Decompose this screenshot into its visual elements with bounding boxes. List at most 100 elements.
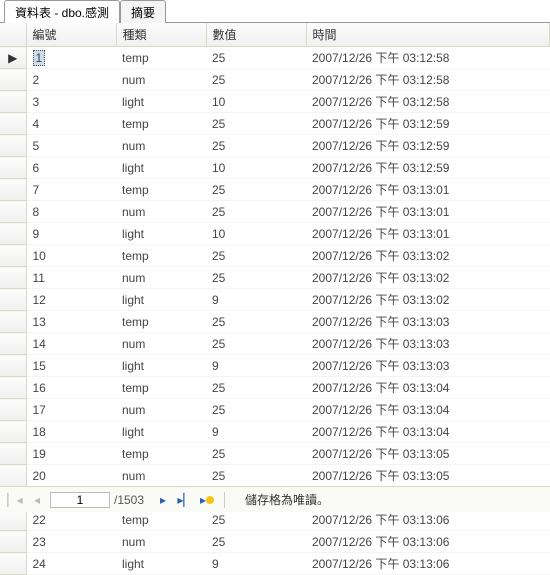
table-row[interactable]: 11num252007/12/26 下午 03:13:02 — [0, 267, 550, 289]
table-row[interactable]: 7temp252007/12/26 下午 03:13:01 — [0, 179, 550, 201]
table-row[interactable]: 6light102007/12/26 下午 03:12:59 — [0, 157, 550, 179]
cell-kind[interactable]: num — [116, 399, 206, 421]
cell-time[interactable]: 2007/12/26 下午 03:13:01 — [306, 179, 550, 201]
cell-kind[interactable]: num — [116, 135, 206, 157]
cell-time[interactable]: 2007/12/26 下午 03:12:59 — [306, 135, 550, 157]
table-row[interactable]: 4temp252007/12/26 下午 03:12:59 — [0, 113, 550, 135]
table-row[interactable]: 8num252007/12/26 下午 03:13:01 — [0, 201, 550, 223]
cell-time[interactable]: 2007/12/26 下午 03:13:05 — [306, 443, 550, 465]
cell-kind[interactable]: temp — [116, 47, 206, 69]
row-selector[interactable] — [0, 179, 26, 201]
cell-value[interactable]: 25 — [206, 179, 306, 201]
row-selector[interactable] — [0, 69, 26, 91]
nav-prev-icon[interactable]: ◂ — [28, 491, 46, 509]
row-selector[interactable] — [0, 377, 26, 399]
table-row[interactable]: 23num252007/12/26 下午 03:13:06 — [0, 531, 550, 553]
row-selector[interactable] — [0, 355, 26, 377]
cell-kind[interactable]: light — [116, 91, 206, 113]
col-header-time[interactable]: 時間 — [306, 23, 550, 47]
cell-time[interactable]: 2007/12/26 下午 03:13:06 — [306, 553, 550, 575]
cell-id[interactable]: 17 — [26, 399, 116, 421]
cell-value[interactable]: 25 — [206, 311, 306, 333]
row-selector-header[interactable] — [0, 23, 26, 47]
cell-id[interactable]: 2 — [26, 69, 116, 91]
row-selector[interactable] — [0, 223, 26, 245]
cell-id[interactable]: 4 — [26, 113, 116, 135]
cell-kind[interactable]: temp — [116, 311, 206, 333]
cell-id[interactable]: 14 — [26, 333, 116, 355]
cell-value[interactable]: 25 — [206, 531, 306, 553]
cell-value[interactable]: 10 — [206, 223, 306, 245]
row-selector[interactable] — [0, 245, 26, 267]
cell-value[interactable]: 25 — [206, 465, 306, 487]
cell-time[interactable]: 2007/12/26 下午 03:13:01 — [306, 223, 550, 245]
table-row[interactable]: 18light92007/12/26 下午 03:13:04 — [0, 421, 550, 443]
cell-time[interactable]: 2007/12/26 下午 03:13:03 — [306, 333, 550, 355]
cell-kind[interactable]: temp — [116, 443, 206, 465]
cell-kind[interactable]: num — [116, 531, 206, 553]
cell-id[interactable]: 15 — [26, 355, 116, 377]
cell-value[interactable]: 25 — [206, 135, 306, 157]
col-header-value[interactable]: 數值 — [206, 23, 306, 47]
cell-kind[interactable]: light — [116, 223, 206, 245]
row-selector[interactable]: ▶ — [0, 47, 26, 69]
cell-kind[interactable]: num — [116, 69, 206, 91]
table-row[interactable]: 15light92007/12/26 下午 03:13:03 — [0, 355, 550, 377]
table-row[interactable]: 3light102007/12/26 下午 03:12:58 — [0, 91, 550, 113]
cell-id[interactable]: 11 — [26, 267, 116, 289]
cell-id[interactable]: 16 — [26, 377, 116, 399]
cell-time[interactable]: 2007/12/26 下午 03:12:58 — [306, 69, 550, 91]
cell-value[interactable]: 9 — [206, 289, 306, 311]
cell-value[interactable]: 25 — [206, 377, 306, 399]
row-selector[interactable] — [0, 91, 26, 113]
cell-id[interactable]: 12 — [26, 289, 116, 311]
cell-id[interactable]: 9 — [26, 223, 116, 245]
cell-time[interactable]: 2007/12/26 下午 03:13:06 — [306, 531, 550, 553]
cell-time[interactable]: 2007/12/26 下午 03:13:05 — [306, 465, 550, 487]
cell-id[interactable]: 18 — [26, 421, 116, 443]
cell-kind[interactable]: light — [116, 157, 206, 179]
cell-value[interactable]: 9 — [206, 553, 306, 575]
table-row[interactable]: ▶1temp252007/12/26 下午 03:12:58 — [0, 47, 550, 69]
table-row[interactable]: 16temp252007/12/26 下午 03:13:04 — [0, 377, 550, 399]
cell-id[interactable]: 20 — [26, 465, 116, 487]
cell-kind[interactable]: num — [116, 201, 206, 223]
cell-time[interactable]: 2007/12/26 下午 03:13:04 — [306, 377, 550, 399]
row-selector[interactable] — [0, 113, 26, 135]
cell-kind[interactable]: light — [116, 421, 206, 443]
cell-time[interactable]: 2007/12/26 下午 03:13:02 — [306, 245, 550, 267]
cell-kind[interactable]: light — [116, 355, 206, 377]
table-row[interactable]: 10temp252007/12/26 下午 03:13:02 — [0, 245, 550, 267]
table-row[interactable]: 5num252007/12/26 下午 03:12:59 — [0, 135, 550, 157]
cell-value[interactable]: 25 — [206, 69, 306, 91]
cell-kind[interactable]: temp — [116, 377, 206, 399]
nav-current-input[interactable] — [50, 492, 110, 508]
nav-last-icon[interactable]: ▸▏ — [176, 491, 194, 509]
cell-kind[interactable]: temp — [116, 113, 206, 135]
tab-summary[interactable]: 摘要 — [120, 0, 166, 23]
cell-kind[interactable]: light — [116, 289, 206, 311]
cell-time[interactable]: 2007/12/26 下午 03:12:58 — [306, 91, 550, 113]
cell-id[interactable]: 6 — [26, 157, 116, 179]
nav-new-icon[interactable]: ▸ — [198, 491, 216, 509]
cell-time[interactable]: 2007/12/26 下午 03:13:04 — [306, 421, 550, 443]
cell-id[interactable]: 24 — [26, 553, 116, 575]
cell-value[interactable]: 25 — [206, 245, 306, 267]
cell-id[interactable]: 23 — [26, 531, 116, 553]
row-selector[interactable] — [0, 399, 26, 421]
cell-value[interactable]: 9 — [206, 355, 306, 377]
row-selector[interactable] — [0, 201, 26, 223]
cell-id[interactable]: 13 — [26, 311, 116, 333]
cell-value[interactable]: 10 — [206, 91, 306, 113]
cell-value[interactable]: 25 — [206, 399, 306, 421]
cell-kind[interactable]: temp — [116, 245, 206, 267]
cell-id[interactable]: 19 — [26, 443, 116, 465]
table-row[interactable]: 19temp252007/12/26 下午 03:13:05 — [0, 443, 550, 465]
table-row[interactable]: 2num252007/12/26 下午 03:12:58 — [0, 69, 550, 91]
row-selector[interactable] — [0, 465, 26, 487]
cell-id[interactable]: 5 — [26, 135, 116, 157]
cell-value[interactable]: 25 — [206, 267, 306, 289]
table-row[interactable]: 14num252007/12/26 下午 03:13:03 — [0, 333, 550, 355]
cell-value[interactable]: 25 — [206, 47, 306, 69]
table-row[interactable]: 17num252007/12/26 下午 03:13:04 — [0, 399, 550, 421]
